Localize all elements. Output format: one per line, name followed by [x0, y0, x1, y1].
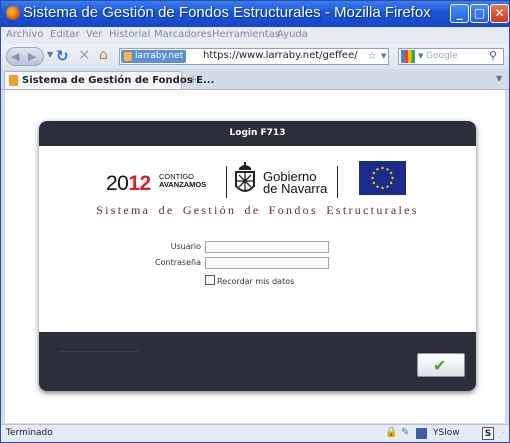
- eu-star-icon: [371, 176, 374, 180]
- tab-active[interactable]: Sistema de Gestión de Fondos E...: [4, 71, 214, 89]
- menu-herramientas[interactable]: Herramientas: [212, 29, 280, 40]
- password-label: Contraseña: [155, 258, 201, 267]
- yslow-icon[interactable]: [416, 428, 427, 439]
- footer-divider: [59, 351, 139, 352]
- eu-flag-icon: [359, 161, 406, 195]
- remember-me[interactable]: Recordar mis datos: [205, 275, 294, 286]
- page-content: Login F713 2012 CONTIGO AVANZAMOS Gobier…: [5, 90, 505, 423]
- password-input[interactable]: [205, 257, 329, 269]
- firefox-icon: [6, 6, 20, 20]
- navigation-toolbar: ◀ ▶ ▼ ↻ ✕ ⌂ larraby.net https://www.larr…: [1, 44, 509, 70]
- eu-star-icon: [372, 181, 376, 185]
- gobierno-line2: de Navarra: [263, 181, 328, 196]
- logo-contigo-avanzamos: CONTIGO AVANZAMOS: [159, 173, 206, 189]
- logo-divider: [226, 166, 227, 198]
- logo-year-part2: 12: [128, 172, 151, 195]
- history-dropdown-icon[interactable]: ▼: [47, 50, 53, 59]
- menu-editar[interactable]: Editar: [50, 29, 80, 40]
- close-button[interactable]: ✕: [490, 4, 509, 23]
- eu-star-icon: [372, 171, 376, 175]
- forward-icon[interactable]: ▶: [28, 50, 36, 63]
- search-engine-dropdown-icon[interactable]: ▼: [418, 52, 423, 60]
- minimize-button[interactable]: _: [450, 4, 469, 23]
- menu-bar: Archivo Editar Ver Historial Marcadores …: [1, 27, 509, 44]
- search-box[interactable]: ▼ Google ⚲: [398, 48, 504, 65]
- title-bar[interactable]: Sistema de Gestión de Fondos Estructural…: [1, 1, 509, 27]
- dialog-title: Login F713: [229, 128, 286, 138]
- remember-label[interactable]: Recordar mis datos: [217, 277, 294, 286]
- stop-icon[interactable]: ✕: [78, 46, 91, 64]
- user-label: Usuario: [170, 242, 201, 251]
- navarra-crest-icon: [235, 162, 255, 192]
- eu-star-icon: [386, 185, 389, 188]
- browser-window: Sistema de Gestión de Fondos Estructural…: [0, 0, 510, 443]
- submit-button[interactable]: ✔: [417, 353, 465, 377]
- menu-archivo[interactable]: Archivo: [6, 29, 43, 40]
- eu-star-icon: [391, 176, 394, 180]
- dialog-body: 2012 CONTIGO AVANZAMOS Gobierno de Navar…: [39, 146, 476, 332]
- checkmark-icon: ✔: [433, 356, 447, 375]
- maximize-button[interactable]: □: [470, 4, 489, 23]
- site-identity-button[interactable]: larraby.net: [121, 50, 187, 63]
- tab-list-dropdown-icon[interactable]: ▼: [496, 74, 502, 83]
- eu-star-icon: [381, 186, 384, 190]
- back-forward-button[interactable]: ◀ ▶: [6, 47, 44, 66]
- page-favicon-icon: [9, 75, 18, 86]
- s-addon-icon[interactable]: S: [482, 427, 494, 440]
- logo-year-part1: 20: [106, 172, 129, 195]
- remember-checkbox[interactable]: [205, 275, 215, 285]
- bookmark-star-icon[interactable]: ☆: [367, 49, 377, 62]
- menu-historial[interactable]: Historial: [109, 29, 150, 40]
- eu-star-icon: [376, 168, 379, 171]
- eu-star-icon: [386, 168, 389, 171]
- user-input[interactable]: [205, 241, 329, 253]
- login-dialog: Login F713 2012 CONTIGO AVANZAMOS Gobier…: [39, 121, 476, 391]
- lock-icon[interactable]: 🔒: [385, 427, 397, 438]
- resize-grip-icon[interactable]: ⋰: [498, 431, 505, 439]
- eu-star-icon: [381, 166, 384, 170]
- google-icon[interactable]: [401, 50, 415, 63]
- window-title: Sistema de Gestión de Fondos Estructural…: [23, 4, 431, 21]
- status-bar: Terminado 🔒 ✎ YSlow S ⋰: [1, 424, 509, 442]
- menu-marcadores[interactable]: Marcadores: [154, 29, 212, 40]
- menu-ver[interactable]: Ver: [86, 29, 102, 40]
- back-icon[interactable]: ◀: [11, 50, 19, 63]
- gobierno-de-navarra: Gobierno de Navarra: [263, 170, 328, 196]
- url-dropdown-icon[interactable]: ▼: [381, 52, 386, 60]
- search-input[interactable]: Google: [426, 51, 458, 61]
- logo-avanzamos-text: AVANZAMOS: [159, 180, 207, 189]
- status-text: Terminado: [6, 428, 53, 438]
- home-icon[interactable]: ⌂: [99, 47, 108, 63]
- logo-2012: 2012: [106, 172, 151, 196]
- addon-icon[interactable]: ✎: [401, 427, 409, 438]
- reload-icon[interactable]: ↻: [56, 47, 69, 65]
- system-name: Sistema de Gestión de Fondos Estructural…: [96, 203, 419, 217]
- yslow-label[interactable]: YSlow: [433, 428, 460, 438]
- eu-star-icon: [389, 171, 393, 175]
- new-tab-icon[interactable]: +: [185, 73, 201, 87]
- eu-star-icon: [389, 181, 393, 185]
- tab-bar: Sistema de Gestión de Fondos E... + ▼: [1, 69, 509, 90]
- search-icon[interactable]: ⚲: [489, 49, 497, 62]
- url-bar[interactable]: larraby.net https://www.larraby.net/geff…: [119, 48, 389, 65]
- url-text[interactable]: https://www.larraby.net/geffee/: [203, 50, 358, 61]
- menu-ayuda[interactable]: Ayuda: [277, 29, 308, 40]
- eu-star-icon: [376, 185, 379, 188]
- logo-divider: [337, 166, 338, 198]
